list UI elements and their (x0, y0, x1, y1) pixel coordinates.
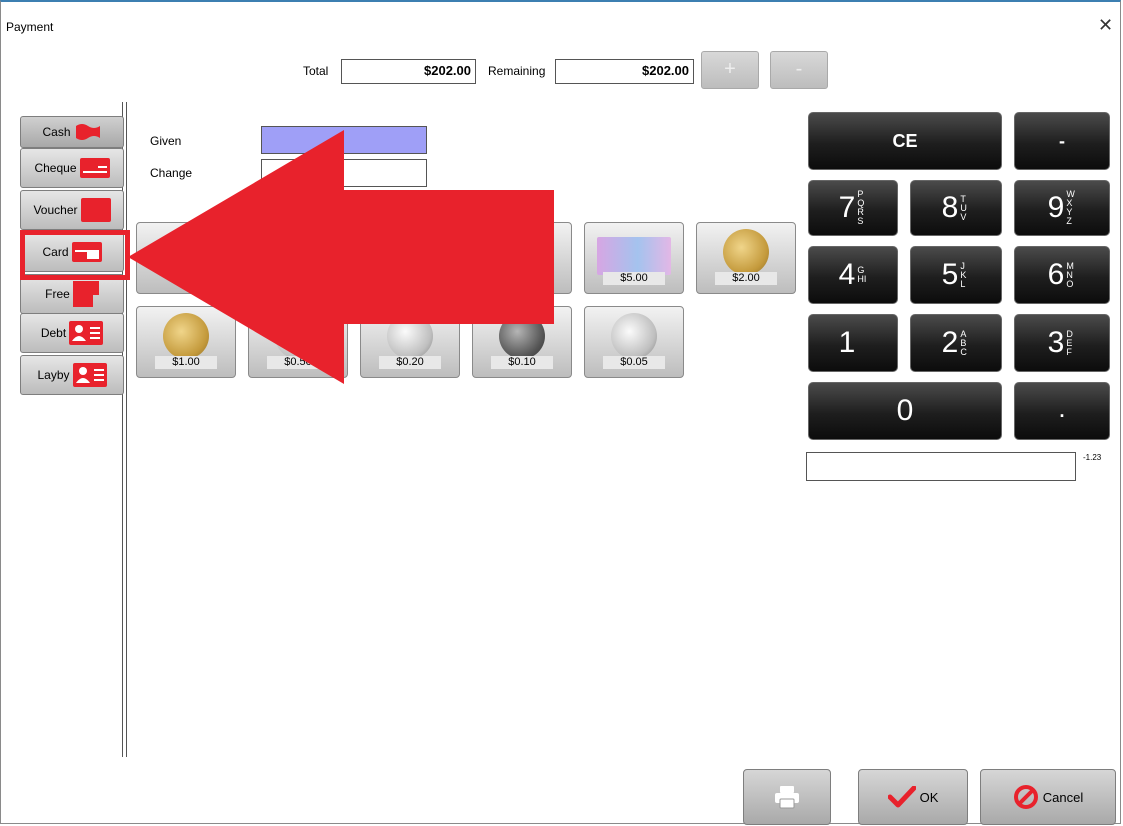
cancel-label: Cancel (1042, 789, 1084, 805)
ok-button[interactable]: OK (858, 769, 968, 825)
contact-card-icon (72, 363, 107, 387)
close-icon[interactable]: ✕ (1098, 16, 1113, 34)
keypad-1-button[interactable]: 1 (808, 314, 898, 372)
key-letters: TUV (960, 193, 967, 222)
remaining-field: $202.00 (555, 59, 694, 84)
tab-cheque[interactable]: Cheque (20, 148, 124, 188)
denomination-label: $2.00 (715, 272, 777, 285)
key-letters: MNO (1066, 260, 1074, 289)
add-payment-button[interactable]: + (701, 51, 759, 89)
print-button[interactable] (743, 769, 831, 825)
tab-voucher[interactable]: Voucher (20, 190, 124, 230)
key-digit: 4 (838, 258, 856, 291)
tab-label: Voucher (33, 203, 78, 217)
keypad-5-button[interactable]: 5 JKL (910, 246, 1002, 304)
tab-label: Free (45, 287, 70, 301)
keypad-entry-field[interactable] (806, 452, 1076, 481)
checkmark-icon (887, 786, 916, 808)
remaining-label: Remaining (488, 64, 546, 78)
cash-icon (75, 124, 100, 140)
key-letters: PQRS (857, 189, 865, 226)
keypad-3-button[interactable]: 3 DEF (1014, 314, 1110, 372)
cancel-button[interactable]: Cancel (980, 769, 1116, 825)
total-field: $202.00 (341, 59, 476, 84)
tab-layby[interactable]: Layby (20, 355, 124, 395)
denomination-button-2[interactable]: $2.00 (696, 222, 796, 294)
key-digit: 1 (838, 326, 856, 359)
keypad-9-button[interactable]: 9 WXYZ (1014, 180, 1110, 236)
key-digit: 8 (941, 191, 959, 224)
total-label: Total (303, 64, 329, 78)
tab-free[interactable]: Free (20, 274, 124, 314)
keypad-ce-button[interactable]: CE (808, 112, 1002, 170)
keypad-8-button[interactable]: 8 TUV (910, 180, 1002, 236)
key-letters: DEF (1066, 328, 1073, 357)
key-digit: 3 (1047, 326, 1065, 359)
keypad-minus-button[interactable]: - (1014, 112, 1110, 170)
red-arrow-annotation (128, 130, 554, 384)
banknote-icon (597, 237, 671, 275)
key-label: - (1059, 130, 1065, 151)
keypad-4-button[interactable]: 4 GHI (808, 246, 898, 304)
key-letters: ABC (960, 328, 967, 357)
coin-icon (723, 229, 769, 275)
card-tab-highlight (20, 230, 130, 280)
keypad-6-button[interactable]: 6 MNO (1014, 246, 1110, 304)
denomination-button-005[interactable]: $0.05 (584, 306, 684, 378)
keypad-7-button[interactable]: 7 PQRS (808, 180, 898, 236)
key-digit: 9 (1047, 191, 1065, 224)
cheque-icon (79, 158, 110, 178)
key-digit: 6 (1047, 258, 1065, 291)
denomination-label: $5.00 (603, 272, 665, 285)
key-letters: JKL (960, 260, 967, 289)
tab-label: Debt (40, 326, 67, 340)
key-label: . (1059, 400, 1065, 421)
tab-label: Layby (37, 368, 70, 382)
printer-icon (775, 786, 799, 809)
window-title: Payment (6, 20, 54, 34)
keypad-dot-button[interactable]: . (1014, 382, 1110, 440)
key-digit: 5 (941, 258, 959, 291)
free-icon (72, 281, 99, 307)
denomination-label: $0.05 (603, 356, 665, 369)
contact-card-icon (69, 321, 104, 345)
keypad-0-button[interactable]: 0 (808, 382, 1002, 440)
key-letters: WXYZ (1066, 189, 1075, 226)
ok-label: OK (919, 789, 939, 805)
entry-sub-label: -1.23 (1083, 453, 1102, 462)
coin-icon (611, 313, 657, 359)
key-digit: 7 (838, 191, 856, 224)
tab-label: Cheque (34, 161, 77, 175)
tab-cash[interactable]: Cash (20, 116, 124, 148)
keypad-2-button[interactable]: 2 ABC (910, 314, 1002, 372)
key-digit: 0 (896, 394, 914, 427)
tab-label: Cash (42, 125, 71, 139)
tab-debt[interactable]: Debt (20, 313, 124, 353)
remove-payment-button[interactable]: - (770, 51, 828, 89)
denomination-button-5[interactable]: $5.00 (584, 222, 684, 294)
key-letters: GHI (857, 265, 867, 284)
voucher-icon (80, 198, 111, 222)
key-label: CE (892, 130, 918, 151)
cancel-icon (1013, 785, 1038, 809)
key-digit: 2 (941, 326, 959, 359)
